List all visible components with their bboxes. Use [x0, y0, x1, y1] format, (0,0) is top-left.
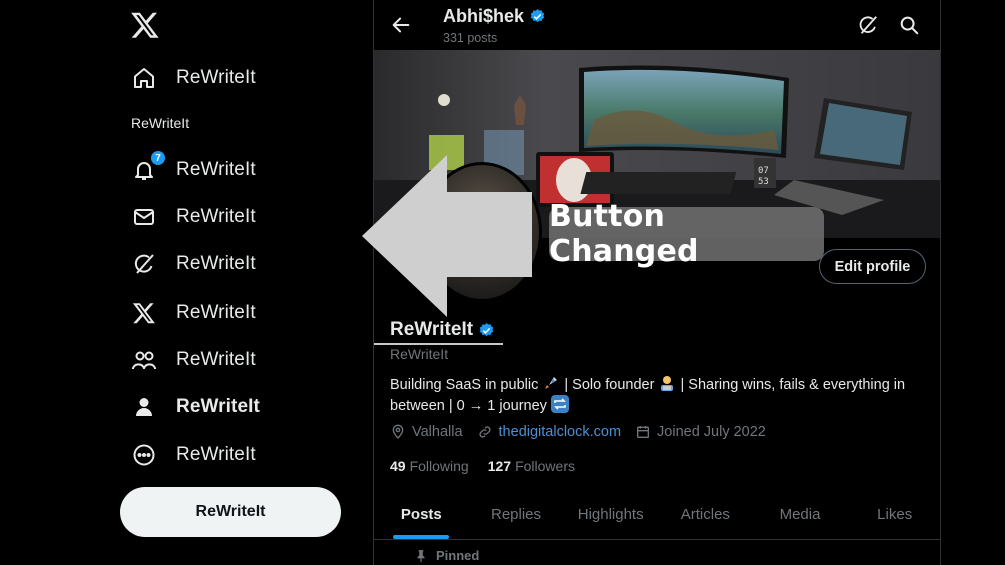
sidebar-item-profile[interactable]: ReWriteIt [130, 389, 260, 425]
notifications-icon: 7 [130, 150, 166, 184]
sidebar-item-grok[interactable]: ReWriteIt [130, 246, 256, 282]
sidebar-item-notifications[interactable]: 7 ReWriteIt [130, 150, 256, 188]
location: Valhalla [390, 424, 463, 440]
sidebar-item-label: ReWriteIt [176, 67, 256, 88]
verified-badge-icon [479, 322, 494, 336]
tab-media[interactable]: Media [753, 490, 848, 539]
profile-name: ReWriteIt [390, 319, 495, 341]
following-count: 49 [390, 458, 406, 474]
profile-name-text: ReWriteIt [390, 319, 474, 340]
search-icon[interactable] [898, 14, 920, 36]
sidebar-item-more[interactable]: ReWriteIt [130, 437, 256, 473]
bio-text: | Solo founder [564, 377, 655, 393]
profile-icon [130, 393, 158, 421]
joined-date: Joined July 2022 [635, 424, 766, 440]
pin-icon [417, 549, 425, 562]
location-text: Valhalla [412, 424, 463, 440]
location-pin-icon [392, 424, 404, 439]
followers-link[interactable]: 127 Followers [488, 458, 575, 474]
sidebar-item-label: ReWriteIt [176, 302, 256, 323]
svg-text:53: 53 [758, 177, 769, 187]
tab-highlights[interactable]: Highlights [563, 490, 658, 539]
header-name: Abhi$hek [443, 6, 546, 27]
tab-posts[interactable]: Posts [374, 490, 469, 539]
repeat-emoji-icon [550, 395, 569, 413]
x-premium-icon [130, 299, 158, 327]
website-link[interactable]: thedigitalclock.com [499, 424, 622, 440]
annotation-arrow-icon [362, 155, 532, 317]
name-underline [374, 343, 503, 345]
sidebar-item-label: ReWriteIt [176, 396, 260, 417]
website: thedigitalclock.com [477, 424, 622, 440]
communities-icon [130, 346, 158, 374]
tab-replies[interactable]: Replies [469, 490, 564, 539]
verified-badge-icon [530, 9, 545, 23]
sidebar: ReWriteIt ReWriteIt 7 ReWriteIt ReWriteI… [0, 0, 372, 565]
tab-likes[interactable]: Likes [847, 490, 940, 539]
tab-articles[interactable]: Articles [658, 490, 753, 539]
following-link[interactable]: 49 Following [390, 458, 469, 474]
profile-tabs: Posts Replies Highlights Articles Media … [374, 490, 940, 540]
sidebar-item-label: ReWriteIt [176, 253, 256, 274]
more-icon [130, 441, 158, 469]
profile-meta: Valhalla thedigitalclock.com Joined July… [390, 424, 780, 440]
joined-text: Joined July 2022 [657, 424, 766, 440]
technologist-emoji-icon [658, 374, 676, 392]
pinned-label: Pinned [436, 548, 480, 563]
pinned-indicator: Pinned [414, 548, 479, 563]
sidebar-item-label: ReWriteIt [176, 349, 256, 370]
calendar-icon [637, 426, 650, 438]
sidebar-item-home[interactable]: ReWriteIt [130, 60, 256, 96]
home-icon [130, 64, 158, 92]
following-label: Following [409, 458, 469, 474]
bio-text: Building SaaS in public [390, 377, 539, 393]
profile-header-bar: Abhi$hek 331 posts [374, 0, 940, 50]
x-logo-icon[interactable] [130, 10, 160, 40]
sidebar-item-premium[interactable]: ReWriteIt [130, 295, 256, 331]
post-count: 331 posts [443, 31, 498, 45]
header-name-text: Abhi$hek [443, 6, 525, 26]
grok-icon[interactable] [857, 14, 879, 36]
sidebar-item-label: ReWriteIt [176, 206, 256, 227]
messages-icon [130, 203, 158, 231]
sidebar-item-label: ReWriteIt [176, 444, 256, 465]
notification-badge: 7 [150, 150, 166, 166]
grok-icon [130, 250, 158, 278]
rocket-emoji-icon [542, 374, 560, 392]
back-arrow-icon[interactable] [390, 14, 412, 36]
sidebar-item-messages[interactable]: ReWriteIt [130, 199, 256, 235]
profile-handle: ReWriteIt [390, 346, 449, 362]
annotation-label: Button Changed [549, 199, 824, 269]
follow-stats: 49 Following 127 Followers [390, 458, 594, 474]
post-button[interactable]: ReWriteIt [120, 487, 341, 537]
sidebar-item-communities[interactable]: ReWriteIt [130, 342, 256, 378]
bio-text: between | 0 → 1 journey [390, 398, 547, 414]
bio-text: | Sharing wins, fails & everything in [680, 377, 906, 393]
svg-text:07: 07 [758, 166, 769, 176]
sidebar-section-label: ReWriteIt [131, 115, 190, 131]
followers-count: 127 [487, 458, 512, 474]
profile-bio: Building SaaS in public | Solo founder |… [390, 374, 920, 416]
link-icon [478, 426, 491, 438]
sidebar-item-label: ReWriteIt [176, 159, 256, 180]
edit-profile-button[interactable]: Edit profile [819, 249, 926, 284]
followers-label: Followers [515, 458, 575, 474]
